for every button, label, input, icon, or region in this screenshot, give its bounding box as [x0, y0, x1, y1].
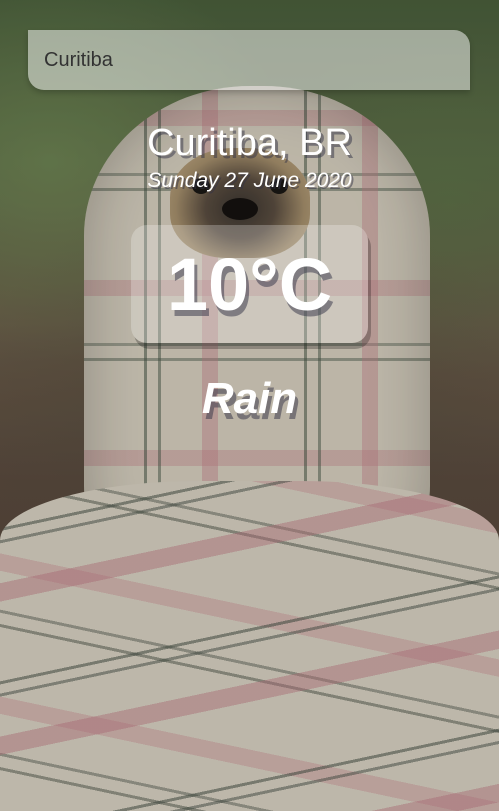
- date-label: Sunday 27 June 2020: [147, 169, 352, 192]
- location-label: Curitiba, BR: [147, 122, 352, 164]
- weather-condition: Rain: [201, 374, 298, 423]
- temperature-box: 10°C: [131, 225, 368, 343]
- search-input[interactable]: [28, 30, 470, 90]
- temperature-value: 10°C: [166, 242, 333, 326]
